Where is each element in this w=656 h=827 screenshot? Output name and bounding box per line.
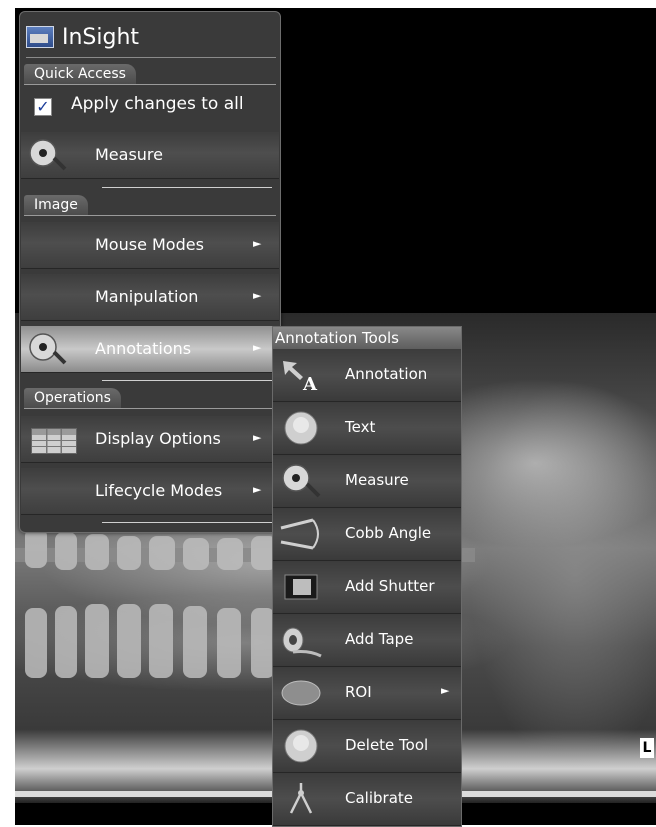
title-divider [26, 57, 276, 58]
menu-lifecycle-modes[interactable]: Lifecycle Modes ► [21, 468, 279, 515]
tool-annotation[interactable]: A Annotation [273, 349, 461, 402]
submenu-arrow-icon: ► [253, 237, 262, 250]
submenu-title: Annotation Tools [273, 327, 461, 349]
menu-display-options[interactable]: Display Options ► [21, 416, 279, 463]
submenu-arrow-icon: ► [253, 341, 262, 354]
section-divider [24, 84, 276, 85]
skull-icon [284, 729, 318, 763]
tape-roll-icon [282, 627, 322, 658]
app-title: InSight [62, 24, 140, 50]
tape-measure-icon [282, 464, 321, 498]
tool-delete-tool-label: Delete Tool [345, 736, 429, 754]
manipulation-label: Manipulation [95, 287, 199, 306]
tool-cobb-angle-label: Cobb Angle [345, 524, 432, 542]
tool-roi-label: ROI [345, 683, 372, 701]
tool-add-tape[interactable]: Add Tape [273, 614, 461, 667]
lifecycle-modes-label: Lifecycle Modes [95, 481, 223, 500]
row-divider [102, 380, 272, 381]
row-divider [102, 522, 272, 523]
section-image: Image [24, 195, 88, 215]
menu-manipulation[interactable]: Manipulation ► [21, 274, 279, 321]
tool-text[interactable]: Text [273, 402, 461, 455]
annotation-tools-submenu: Annotation Tools A Annotation Text Measu… [272, 326, 462, 827]
app-logo-icon [26, 26, 54, 48]
display-options-label: Display Options [95, 429, 221, 448]
mouse-modes-label: Mouse Modes [95, 235, 204, 254]
shutter-icon [284, 574, 318, 600]
submenu-arrow-icon: ► [253, 431, 262, 444]
submenu-arrow-icon: ► [253, 289, 262, 302]
table-grid-icon [31, 428, 77, 454]
section-quick-access: Quick Access [24, 64, 136, 84]
tool-measure[interactable]: Measure [273, 455, 461, 508]
section-divider [24, 215, 276, 216]
annotation-arrow-icon: A [283, 361, 318, 393]
tool-calibrate[interactable]: Calibrate [273, 773, 461, 826]
svg-text:A: A [302, 374, 318, 393]
menu-mouse-modes[interactable]: Mouse Modes ► [21, 222, 279, 269]
tool-add-shutter-label: Add Shutter [345, 577, 435, 595]
tape-measure-icon [29, 139, 67, 171]
apply-all-label: Apply changes to all [71, 94, 244, 114]
menu-annotations[interactable]: Annotations ► [21, 326, 279, 373]
row-divider [102, 187, 272, 188]
tool-text-label: Text [345, 418, 376, 436]
tool-roi[interactable]: ROI ► [273, 667, 461, 720]
tape-measure-icon [29, 333, 67, 365]
control-panel: InSight Quick Access ✓ Apply changes to … [19, 11, 281, 533]
section-divider [24, 408, 276, 409]
quick-measure-button[interactable]: Measure [21, 132, 279, 179]
tool-cobb-angle[interactable]: Cobb Angle [273, 508, 461, 561]
apply-all-checkbox[interactable]: ✓ [34, 98, 52, 116]
tool-annotation-label: Annotation [345, 365, 428, 383]
submenu-arrow-icon: ► [441, 684, 450, 697]
tool-add-shutter[interactable]: Add Shutter [273, 561, 461, 614]
annotations-label: Annotations [95, 339, 192, 358]
tool-measure-label: Measure [345, 471, 409, 489]
quick-measure-label: Measure [95, 145, 163, 164]
submenu-arrow-icon: ► [253, 483, 262, 496]
tool-calibrate-label: Calibrate [345, 789, 413, 807]
orientation-marker: L [640, 738, 654, 758]
tool-add-tape-label: Add Tape [345, 630, 414, 648]
ellipse-icon [281, 680, 321, 706]
skull-icon [284, 411, 318, 445]
section-operations: Operations [24, 388, 121, 408]
app-header: InSight [26, 20, 139, 54]
tool-delete-tool[interactable]: Delete Tool [273, 720, 461, 773]
caliper-icon [289, 783, 313, 814]
cobb-angle-icon [280, 518, 319, 550]
